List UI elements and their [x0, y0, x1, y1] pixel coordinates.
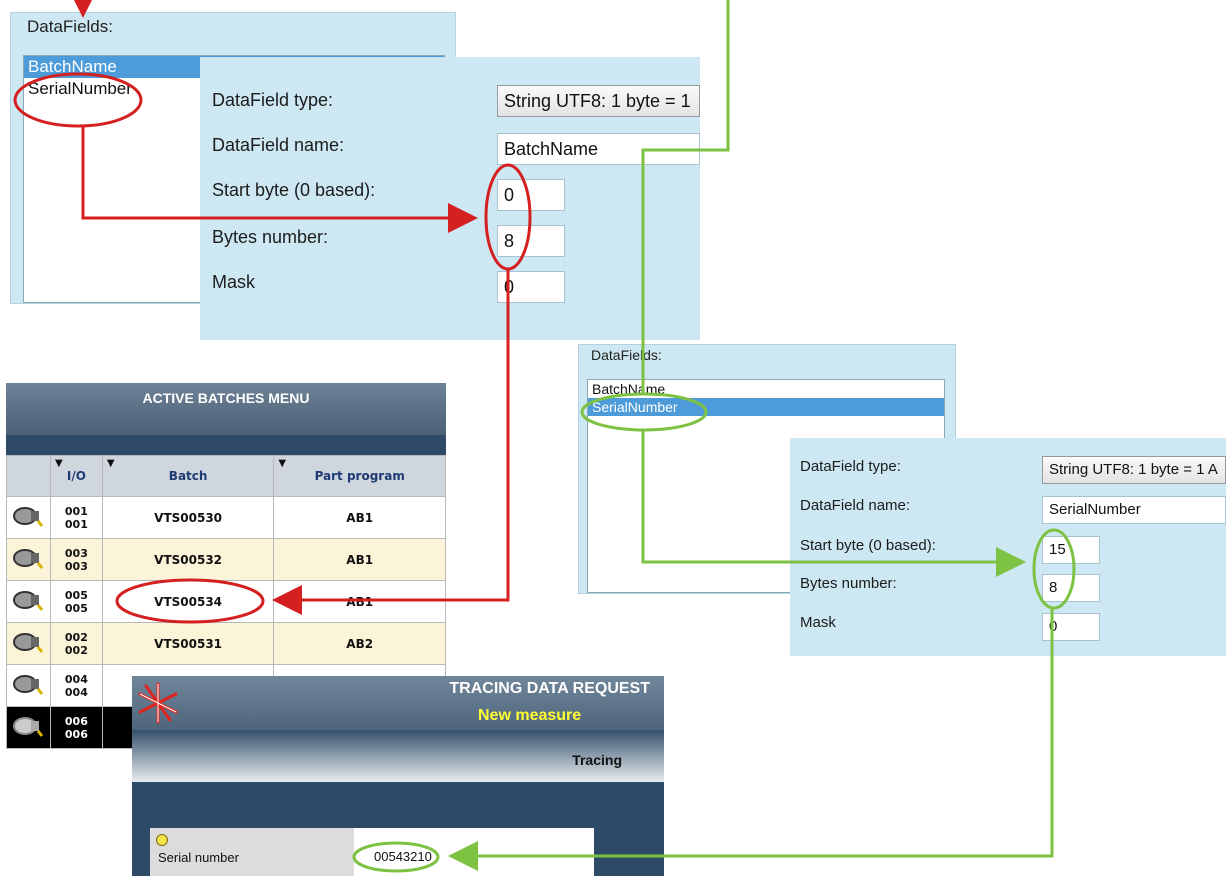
column-header-batch[interactable]: ▼ Batch: [101, 455, 275, 497]
plug-icon: [6, 664, 51, 707]
start-byte-input[interactable]: 0: [497, 179, 565, 211]
datafield-type-select[interactable]: String UTF8: 1 byte = 1: [497, 85, 700, 117]
active-batches-title: ACTIVE BATCHES MENU: [6, 383, 446, 435]
tracing-title: TRACING DATA REQUEST: [449, 680, 650, 697]
mask-input[interactable]: 0: [1042, 613, 1100, 641]
batch-cell: VTS00532: [101, 538, 275, 581]
datafields-legend-2: DataFields:: [591, 347, 662, 363]
mask-input[interactable]: 0: [497, 271, 565, 303]
batch-cell: VTS00530: [101, 496, 275, 539]
plug-icon: [6, 538, 51, 581]
label-start-byte: Start byte (0 based):: [212, 180, 376, 200]
column-header-part-program[interactable]: ▼ Part program: [273, 455, 446, 497]
program-cell: AB1: [273, 538, 446, 581]
plug-icon: [6, 706, 51, 749]
bytes-number-input[interactable]: 8: [497, 225, 565, 257]
io-cell: 005 005: [49, 580, 103, 623]
io-cell: 006 006: [49, 706, 103, 749]
batch-cell: VTS00531: [101, 622, 275, 665]
tracing-panel: TRACING DATA REQUEST New measure Tracing…: [132, 676, 664, 876]
plug-icon: [6, 580, 51, 623]
datafields-legend-1: DataFields:: [27, 17, 113, 36]
star-logo-icon: [138, 682, 178, 724]
io-cell: 004 004: [49, 664, 103, 707]
label-datafield-name: DataField name:: [212, 135, 345, 155]
batch-cell: VTS00534: [101, 580, 275, 623]
datafield-properties-1: DataField type: String UTF8: 1 byte = 1 …: [200, 57, 700, 340]
label-bytes-number: Bytes number:: [212, 227, 329, 247]
tab-tracing[interactable]: Tracing: [572, 752, 622, 768]
column-header-io[interactable]: ▼ I/O: [49, 455, 103, 497]
datafield-type-select[interactable]: String UTF8: 1 byte = 1 A: [1042, 456, 1226, 484]
program-cell: AB2: [273, 622, 446, 665]
table-header-row: ▼ I/O ▼ Batch ▼ Part program: [6, 455, 446, 497]
label-datafield-type: DataField type:: [212, 90, 334, 110]
io-cell: 003 003: [49, 538, 103, 581]
label-mask: Mask: [800, 614, 836, 631]
header-band: [6, 435, 446, 455]
serial-number-value: 00543210: [374, 849, 432, 864]
label-start-byte: Start byte (0 based):: [800, 537, 936, 554]
serial-number-field[interactable]: 00543210: [354, 828, 594, 876]
label-datafield-type: DataField type:: [800, 458, 901, 475]
label-bytes-number: Bytes number:: [800, 575, 897, 592]
list-item-serialnumber[interactable]: SerialNumber: [588, 398, 944, 416]
io-cell: 001 001: [49, 496, 103, 539]
table-row[interactable]: 003 003 VTS00532 AB1: [6, 538, 446, 581]
header-icon-cell: [6, 455, 51, 497]
serial-number-label: Serial number: [158, 850, 239, 865]
bytes-number-input[interactable]: 8: [1042, 574, 1100, 602]
datafield-name-input[interactable]: BatchName: [497, 133, 700, 165]
table-row[interactable]: 001 001 VTS00530 AB1: [6, 496, 446, 539]
label-datafield-name: DataField name:: [800, 497, 911, 514]
tracing-subtitle: New measure: [478, 707, 582, 724]
list-item-batchname[interactable]: BatchName: [588, 380, 944, 398]
plug-icon: [6, 622, 51, 665]
plug-icon: [6, 496, 51, 539]
serial-number-row: Serial number 00543210: [150, 828, 594, 876]
status-led-icon: [156, 834, 168, 846]
table-row[interactable]: 002 002 VTS00531 AB2: [6, 622, 446, 665]
program-cell: AB1: [273, 496, 446, 539]
table-row[interactable]: 005 005 VTS00534 AB1: [6, 580, 446, 623]
sort-icon[interactable]: ▼: [55, 458, 63, 469]
start-byte-input[interactable]: 15: [1042, 536, 1100, 564]
tracing-tab-bar: Tracing: [132, 730, 664, 782]
sort-icon[interactable]: ▼: [278, 458, 286, 469]
tracing-body: Serial number 00543210: [132, 782, 664, 876]
program-cell: AB1: [273, 580, 446, 623]
label-mask: Mask: [212, 272, 256, 292]
io-cell: 002 002: [49, 622, 103, 665]
sort-icon[interactable]: ▼: [107, 458, 115, 469]
tracing-header: TRACING DATA REQUEST New measure: [132, 676, 664, 730]
datafield-properties-2: DataField type: String UTF8: 1 byte = 1 …: [790, 438, 1226, 656]
datafield-name-input[interactable]: SerialNumber: [1042, 496, 1226, 524]
